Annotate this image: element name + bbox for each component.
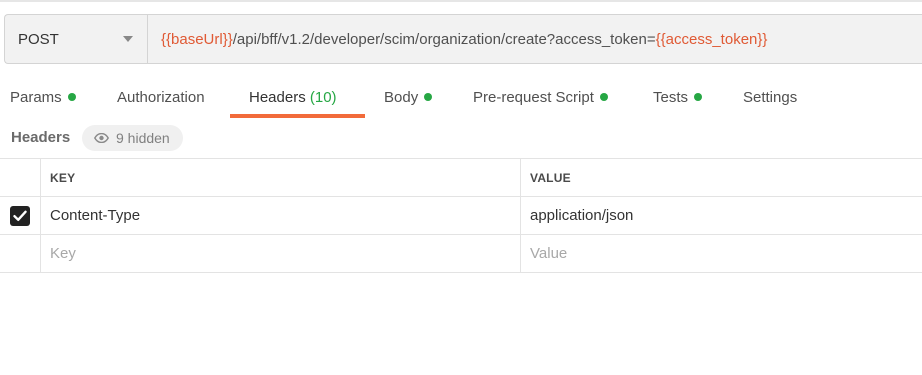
new-value-cell bbox=[521, 235, 922, 272]
url-input[interactable]: {{baseUrl}}/api/bff/v1.2/developer/scim/… bbox=[148, 15, 922, 63]
hidden-headers-toggle[interactable]: 9 hidden bbox=[82, 125, 183, 151]
tab-tests[interactable]: Tests bbox=[653, 80, 703, 116]
tab-label: Body bbox=[384, 89, 419, 106]
request-tabs: Params Authorization Headers (10) Body P… bbox=[0, 80, 922, 118]
tab-pre-request-script[interactable]: Pre-request Script bbox=[473, 80, 608, 116]
status-dot-icon bbox=[599, 93, 608, 101]
tab-label: Headers bbox=[249, 89, 306, 106]
headers-table: KEY VALUE Content-Type application/json bbox=[0, 158, 922, 273]
checkmark-icon bbox=[13, 210, 27, 221]
tab-body[interactable]: Body bbox=[384, 80, 433, 116]
new-value-input[interactable] bbox=[530, 245, 922, 262]
tab-label: Tests bbox=[653, 89, 689, 106]
tab-label: Authorization bbox=[117, 89, 205, 106]
active-tab-indicator bbox=[230, 114, 365, 118]
top-divider bbox=[0, 0, 922, 2]
row-check-cell bbox=[0, 197, 41, 234]
table-header-row: KEY VALUE bbox=[0, 158, 922, 196]
row-check-cell bbox=[0, 235, 41, 272]
column-header-key: KEY bbox=[41, 159, 521, 196]
chevron-down-icon bbox=[123, 36, 133, 42]
tab-label: Pre-request Script bbox=[473, 89, 594, 106]
url-path: /api/bff/v1.2/developer/scim/organizatio… bbox=[232, 30, 656, 48]
new-key-input[interactable] bbox=[50, 245, 520, 262]
method-dropdown[interactable]: POST bbox=[5, 15, 148, 63]
tab-label: Params bbox=[10, 89, 62, 106]
url-variable-access-token: {{access_token}} bbox=[655, 30, 768, 48]
status-dot-icon bbox=[424, 93, 433, 101]
header-value-cell[interactable]: application/json bbox=[521, 197, 922, 234]
tab-headers[interactable]: Headers (10) bbox=[249, 80, 337, 116]
row-enabled-checkbox[interactable] bbox=[10, 205, 30, 226]
request-url-bar: POST {{baseUrl}}/api/bff/v1.2/developer/… bbox=[4, 14, 922, 64]
tab-params[interactable]: Params bbox=[10, 80, 76, 116]
headers-section-title: Headers bbox=[11, 129, 71, 146]
table-header-check-cell bbox=[0, 159, 41, 196]
eye-icon bbox=[94, 133, 109, 143]
tab-label: Settings bbox=[743, 89, 798, 106]
method-label: POST bbox=[18, 30, 59, 48]
new-key-cell bbox=[41, 235, 521, 272]
column-header-value: VALUE bbox=[530, 170, 571, 185]
table-row-new bbox=[0, 234, 922, 273]
status-dot-icon bbox=[694, 93, 703, 101]
url-variable-base-url: {{baseUrl}} bbox=[161, 30, 233, 48]
table-row: Content-Type application/json bbox=[0, 196, 922, 234]
tab-authorization[interactable]: Authorization bbox=[117, 80, 205, 116]
tab-count-badge: (10) bbox=[309, 89, 337, 106]
hidden-count-label: 9 hidden bbox=[116, 130, 170, 146]
header-key-cell[interactable]: Content-Type bbox=[41, 197, 521, 234]
tab-settings[interactable]: Settings bbox=[743, 80, 797, 116]
status-dot-icon bbox=[67, 93, 76, 101]
